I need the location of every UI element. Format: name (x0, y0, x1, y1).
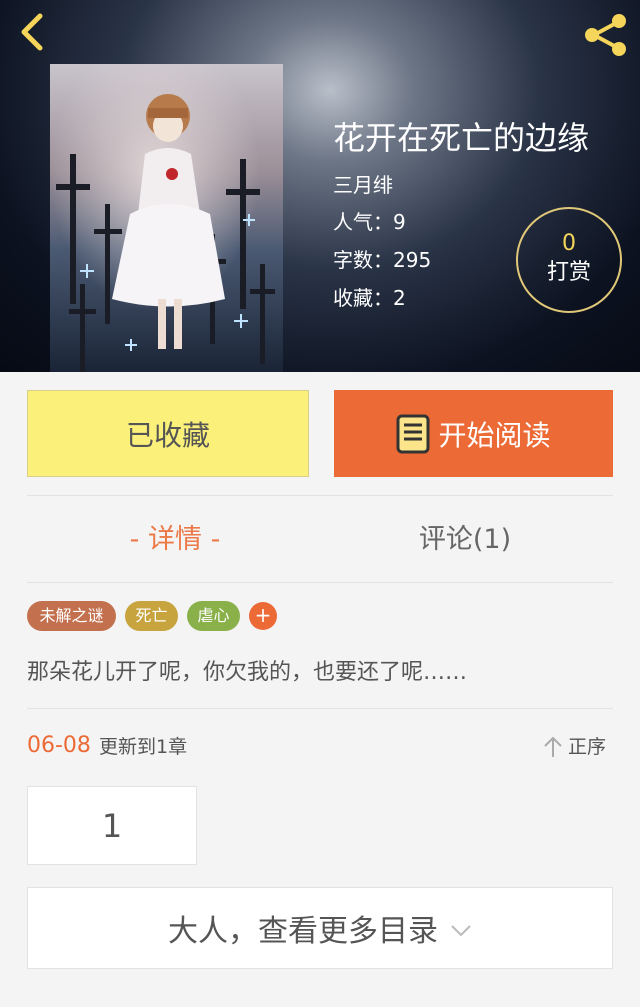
book-title: 花开在死亡的边缘 (333, 119, 590, 157)
sort-order-button[interactable]: 正序 (542, 734, 606, 760)
tip-button[interactable]: 0 打赏 (516, 207, 622, 313)
favorites-stat: 收藏：2 (333, 286, 406, 310)
tag-heartbreak[interactable]: 虐心 (187, 601, 240, 631)
book-header: 花开在死亡的边缘 三月绯 人气：9 字数：295 收藏：2 0 打赏 (0, 0, 640, 372)
divider (27, 582, 613, 583)
tag-death[interactable]: 死亡 (125, 601, 178, 631)
tab-detail[interactable]: - 详情 - (90, 520, 260, 560)
chevron-down-icon (451, 925, 471, 937)
favorited-label: 已收藏 (125, 418, 210, 452)
add-tag-button[interactable]: + (249, 602, 277, 630)
tip-label: 打赏 (546, 260, 591, 285)
chapter-item[interactable]: 1 (27, 786, 197, 865)
book-cover-image (50, 64, 283, 372)
sort-order-label: 正序 (568, 736, 607, 758)
start-reading-button[interactable]: 开始阅读 (334, 390, 613, 477)
more-catalog-label: 大人，查看更多目录 (168, 914, 438, 949)
arrow-up-icon (544, 736, 562, 757)
book-intro: 那朵花儿开了呢，你欠我的，也要还了呢…… (27, 660, 468, 685)
start-reading-label: 开始阅读 (438, 418, 551, 452)
book-icon (396, 414, 430, 453)
tag-mystery[interactable]: 未解之谜 (27, 601, 116, 631)
popularity-stat: 人气：9 (333, 210, 406, 234)
word-count-stat: 字数：295 (333, 248, 432, 272)
update-date: 06-08 (27, 733, 91, 758)
divider (27, 708, 613, 709)
share-icon[interactable] (580, 10, 630, 60)
book-author[interactable]: 三月绯 (333, 172, 393, 198)
divider (27, 495, 613, 496)
tab-comments[interactable]: 评论(1) (380, 520, 550, 560)
update-text: 更新到1章 (99, 736, 188, 758)
tip-count: 0 (562, 231, 576, 256)
favorited-button[interactable]: 已收藏 (27, 390, 309, 477)
chevron-left-icon[interactable] (14, 12, 54, 52)
more-catalog-button[interactable]: 大人，查看更多目录 (27, 887, 613, 969)
